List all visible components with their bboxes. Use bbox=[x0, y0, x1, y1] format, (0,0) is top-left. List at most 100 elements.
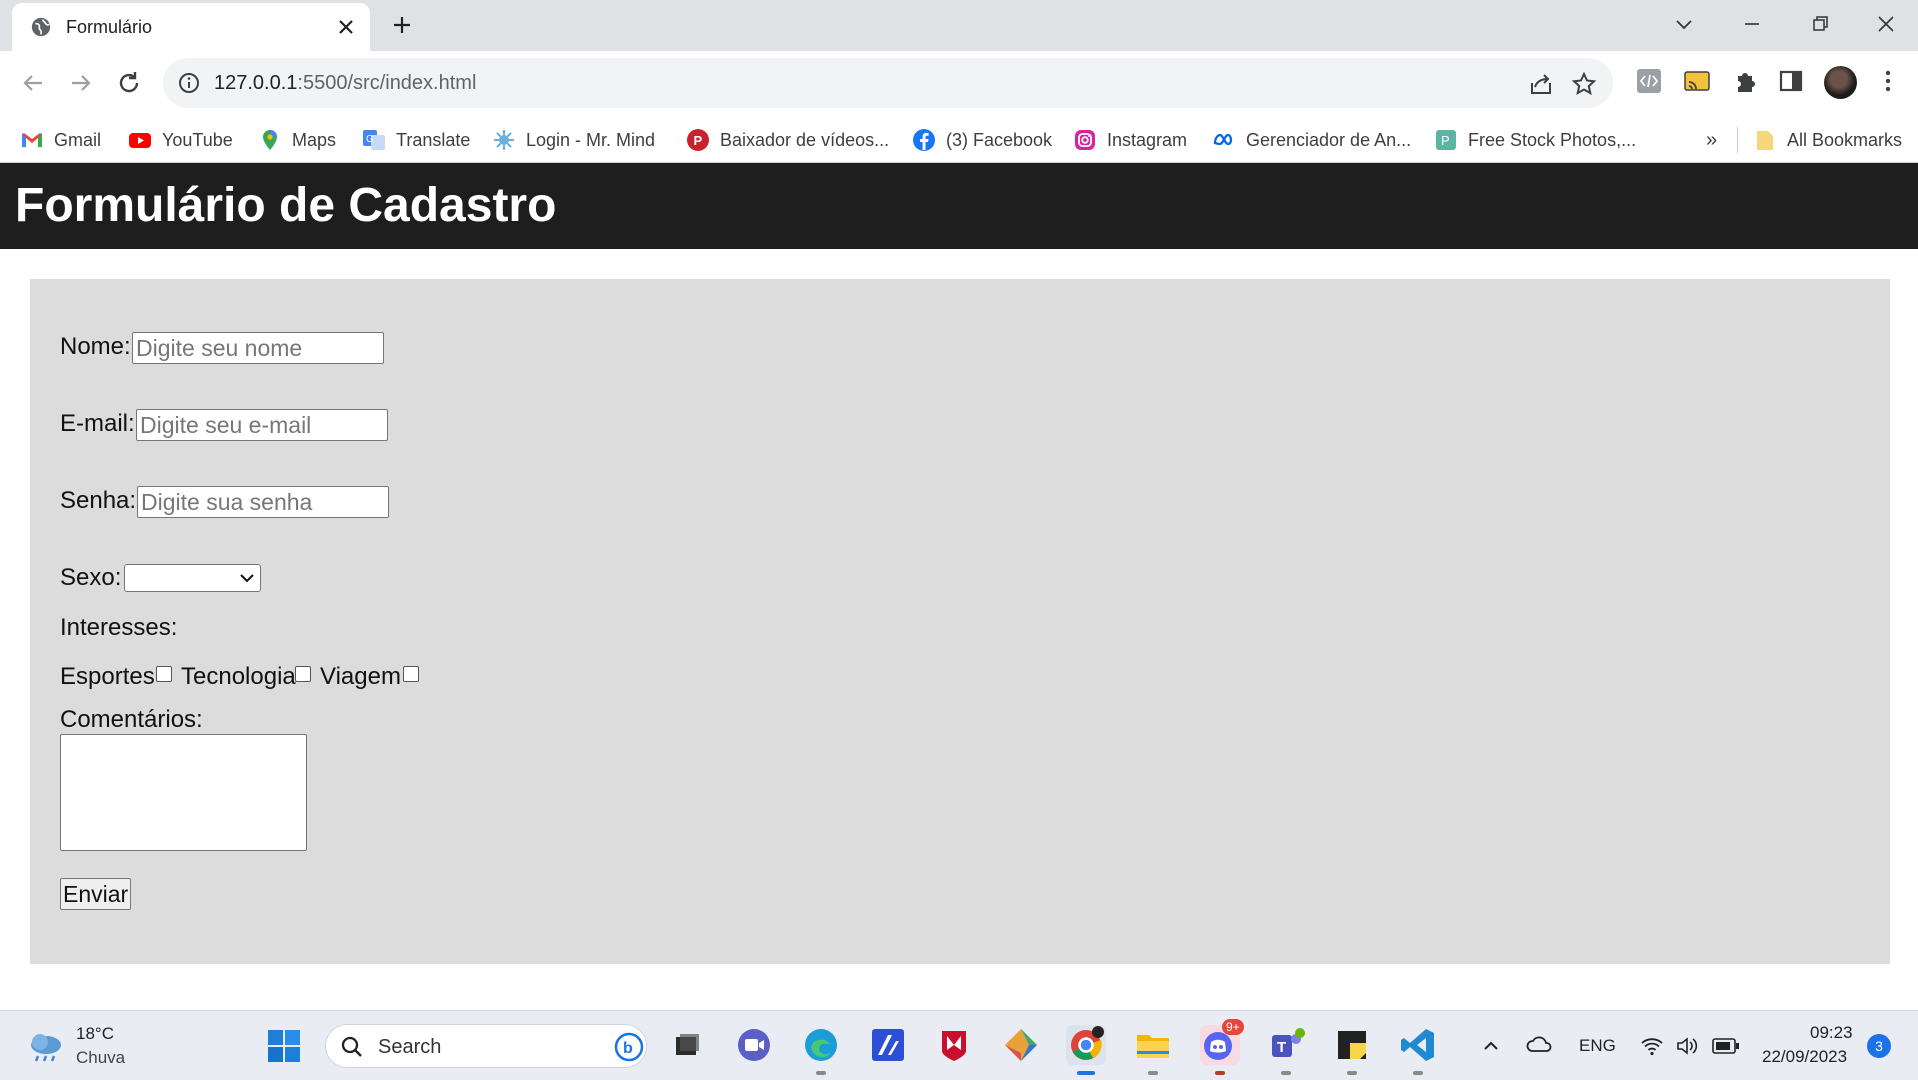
running-indicator bbox=[1215, 1071, 1225, 1075]
chevron-up-icon[interactable] bbox=[1480, 1035, 1502, 1057]
browser-toolbar: 127.0.0.1:5500/src/index.html bbox=[0, 51, 1918, 117]
svg-text:G: G bbox=[366, 134, 374, 145]
close-tab-icon[interactable] bbox=[334, 15, 358, 39]
browser-tab-active[interactable]: Formulário bbox=[12, 3, 370, 51]
edge-icon[interactable] bbox=[801, 1025, 841, 1075]
interest-esportes-checkbox[interactable] bbox=[156, 666, 172, 682]
interest-viagem-checkbox[interactable] bbox=[403, 666, 419, 682]
comments-textarea[interactable] bbox=[60, 734, 307, 851]
clock-time[interactable]: 09:23 bbox=[1810, 1023, 1853, 1043]
bookmark-gerenciador[interactable]: Gerenciador de An... bbox=[1212, 125, 1411, 155]
reload-icon[interactable] bbox=[114, 68, 144, 98]
pexels-icon: P bbox=[1436, 130, 1456, 150]
mcafee-icon[interactable] bbox=[934, 1025, 974, 1065]
bing-chat-icon[interactable]: b bbox=[613, 1031, 645, 1063]
address-bar[interactable]: 127.0.0.1:5500/src/index.html bbox=[163, 58, 1613, 108]
name-label: Nome: bbox=[60, 333, 131, 360]
cast-extension-icon[interactable] bbox=[1682, 66, 1712, 96]
minimize-icon[interactable] bbox=[1738, 10, 1766, 38]
submit-button[interactable]: Enviar bbox=[60, 878, 132, 910]
email-label: E-mail: bbox=[60, 410, 135, 437]
task-view-icon[interactable] bbox=[667, 1025, 707, 1065]
taskbar-search-box[interactable]: Search b bbox=[325, 1024, 647, 1068]
bookmark-pexels[interactable]: P Free Stock Photos,... bbox=[1434, 125, 1636, 155]
teams-icon[interactable]: T bbox=[1266, 1025, 1306, 1075]
running-indicator bbox=[1281, 1071, 1291, 1075]
chevron-down-icon bbox=[240, 574, 254, 583]
vscode-icon[interactable] bbox=[1398, 1025, 1438, 1075]
bookmark-label: YouTube bbox=[162, 129, 233, 150]
running-indicator bbox=[1347, 1071, 1357, 1075]
bookmarks-bar: Gmail YouTube Maps G Translate Login - M… bbox=[0, 117, 1918, 163]
close-window-icon[interactable] bbox=[1872, 10, 1900, 38]
bookmark-star-icon[interactable] bbox=[1571, 71, 1597, 97]
git-app-icon[interactable] bbox=[1001, 1025, 1041, 1065]
bookmark-facebook[interactable]: (3) Facebook bbox=[912, 125, 1052, 155]
bookmark-translate[interactable]: G Translate bbox=[362, 125, 470, 155]
bookmark-mrmind[interactable]: Login - Mr. Mind bbox=[492, 125, 655, 155]
side-panel-icon[interactable] bbox=[1776, 66, 1806, 96]
windows-start-icon[interactable] bbox=[266, 1028, 302, 1064]
bookmark-baixador[interactable]: P Baixador de vídeos... bbox=[686, 125, 889, 155]
taskbar: 18°C Chuva Search b 9+ T ENG 09:23 22/09… bbox=[0, 1010, 1918, 1080]
new-tab-icon[interactable] bbox=[390, 13, 414, 37]
running-indicator bbox=[1148, 1071, 1158, 1075]
notification-count-badge[interactable]: 3 bbox=[1867, 1034, 1891, 1058]
bookmark-youtube[interactable]: YouTube bbox=[128, 125, 233, 155]
sticky-notes-icon[interactable] bbox=[1332, 1025, 1372, 1075]
bookmark-label: Instagram bbox=[1107, 129, 1188, 150]
comments-label: Comentários: bbox=[60, 706, 203, 733]
dev-tools-extension-icon[interactable] bbox=[1634, 66, 1664, 96]
extensions-puzzle-icon[interactable] bbox=[1730, 66, 1760, 96]
folder-icon bbox=[1757, 131, 1773, 150]
interests-label: Interesses: bbox=[60, 614, 178, 641]
weather-rain-icon[interactable] bbox=[26, 1028, 66, 1064]
volume-icon[interactable] bbox=[1675, 1034, 1699, 1058]
onedrive-cloud-icon[interactable] bbox=[1526, 1033, 1554, 1057]
svg-text:P: P bbox=[1441, 133, 1450, 148]
wifi-icon[interactable] bbox=[1640, 1034, 1664, 1058]
meta-icon bbox=[1213, 133, 1233, 146]
discord-icon[interactable]: 9+ bbox=[1200, 1019, 1244, 1075]
email-input[interactable] bbox=[136, 409, 388, 441]
bookmark-instagram[interactable]: Instagram bbox=[1073, 125, 1187, 155]
url-text[interactable]: 127.0.0.1:5500/src/index.html bbox=[214, 72, 476, 95]
discord-notification-badge: 9+ bbox=[1222, 1019, 1244, 1035]
interest-tecnologia-checkbox[interactable] bbox=[295, 666, 311, 682]
language-indicator[interactable]: ENG bbox=[1579, 1036, 1616, 1056]
bookmarks-overflow-button[interactable]: » bbox=[1706, 125, 1717, 155]
all-bookmarks-button[interactable]: All Bookmarks bbox=[1753, 125, 1902, 155]
file-explorer-icon[interactable] bbox=[1133, 1025, 1173, 1075]
teams-meet-icon[interactable] bbox=[734, 1025, 774, 1065]
tab-search-chevron-icon[interactable] bbox=[1670, 10, 1698, 38]
bookmark-label: Baixador de vídeos... bbox=[720, 129, 890, 150]
restore-icon[interactable] bbox=[1806, 10, 1834, 38]
site-info-icon[interactable] bbox=[177, 71, 201, 95]
registration-form: Nome: E-mail: Senha: Sexo: Interesses: E… bbox=[30, 279, 1890, 964]
chrome-icon[interactable] bbox=[1066, 1025, 1106, 1075]
battery-icon[interactable] bbox=[1712, 1036, 1740, 1056]
svg-text:b: b bbox=[623, 1040, 633, 1057]
maps-icon bbox=[263, 130, 277, 150]
vscode-alt-icon[interactable] bbox=[868, 1025, 908, 1065]
svg-text:T: T bbox=[1277, 1039, 1286, 1056]
bookmark-gmail[interactable]: Gmail bbox=[20, 125, 101, 155]
all-bookmarks-label: All Bookmarks bbox=[1787, 129, 1903, 150]
name-input[interactable] bbox=[132, 332, 384, 364]
forward-arrow-icon[interactable] bbox=[66, 68, 96, 98]
weather-temperature: 18°C bbox=[76, 1024, 114, 1043]
clock-date[interactable]: 22/09/2023 bbox=[1762, 1047, 1847, 1067]
back-arrow-icon[interactable] bbox=[18, 68, 48, 98]
instagram-icon bbox=[1075, 130, 1095, 150]
interest-viagem-label: Viagem bbox=[320, 663, 401, 690]
mrmind-icon bbox=[494, 130, 514, 150]
password-input[interactable] bbox=[137, 486, 389, 518]
more-menu-icon[interactable] bbox=[1873, 66, 1903, 96]
bookmark-label: Gerenciador de An... bbox=[1246, 129, 1412, 150]
gender-select[interactable] bbox=[124, 564, 261, 592]
bookmark-maps[interactable]: Maps bbox=[258, 125, 336, 155]
search-icon bbox=[341, 1036, 362, 1057]
globe-icon bbox=[31, 17, 51, 37]
share-icon[interactable] bbox=[1528, 71, 1554, 97]
profile-avatar[interactable] bbox=[1824, 66, 1857, 99]
